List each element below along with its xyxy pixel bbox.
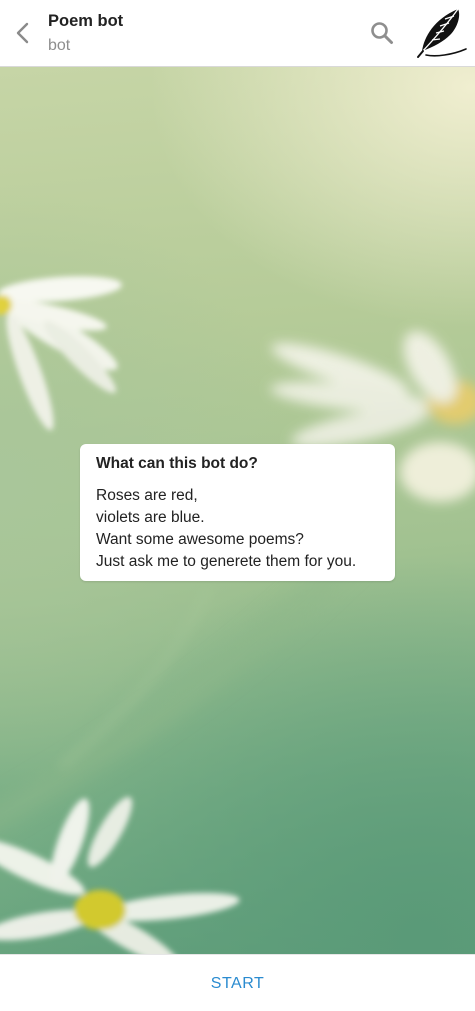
bot-info-title: What can this bot do? xyxy=(96,455,258,472)
chat-background: What can this bot do? Roses are red, vio… xyxy=(0,67,475,954)
bot-info-line: Just ask me to generete them for you. xyxy=(96,553,357,570)
bottom-bar: START xyxy=(0,954,475,1011)
bot-info-line: Want some awesome poems? xyxy=(96,531,304,548)
chat-title: Poem bot xyxy=(48,12,124,30)
chat-header: Poem bot bot xyxy=(0,0,475,67)
bot-avatar[interactable] xyxy=(414,5,470,61)
back-button[interactable] xyxy=(8,18,38,48)
feather-quill-icon xyxy=(417,8,467,58)
start-button[interactable]: START xyxy=(0,955,475,1011)
bot-info-line: violets are blue. xyxy=(96,509,205,526)
search-icon xyxy=(371,22,393,44)
search-button[interactable] xyxy=(366,17,398,49)
chat-subtitle: bot xyxy=(48,37,71,54)
chat-title-block[interactable]: Poem bot bot xyxy=(48,11,123,56)
chevron-left-icon xyxy=(16,22,29,44)
bot-info-card: What can this bot do? Roses are red, vio… xyxy=(80,444,395,581)
bot-info-description: Roses are red, violets are blue. Want so… xyxy=(96,485,379,573)
bot-info-line: Roses are red, xyxy=(96,487,198,504)
